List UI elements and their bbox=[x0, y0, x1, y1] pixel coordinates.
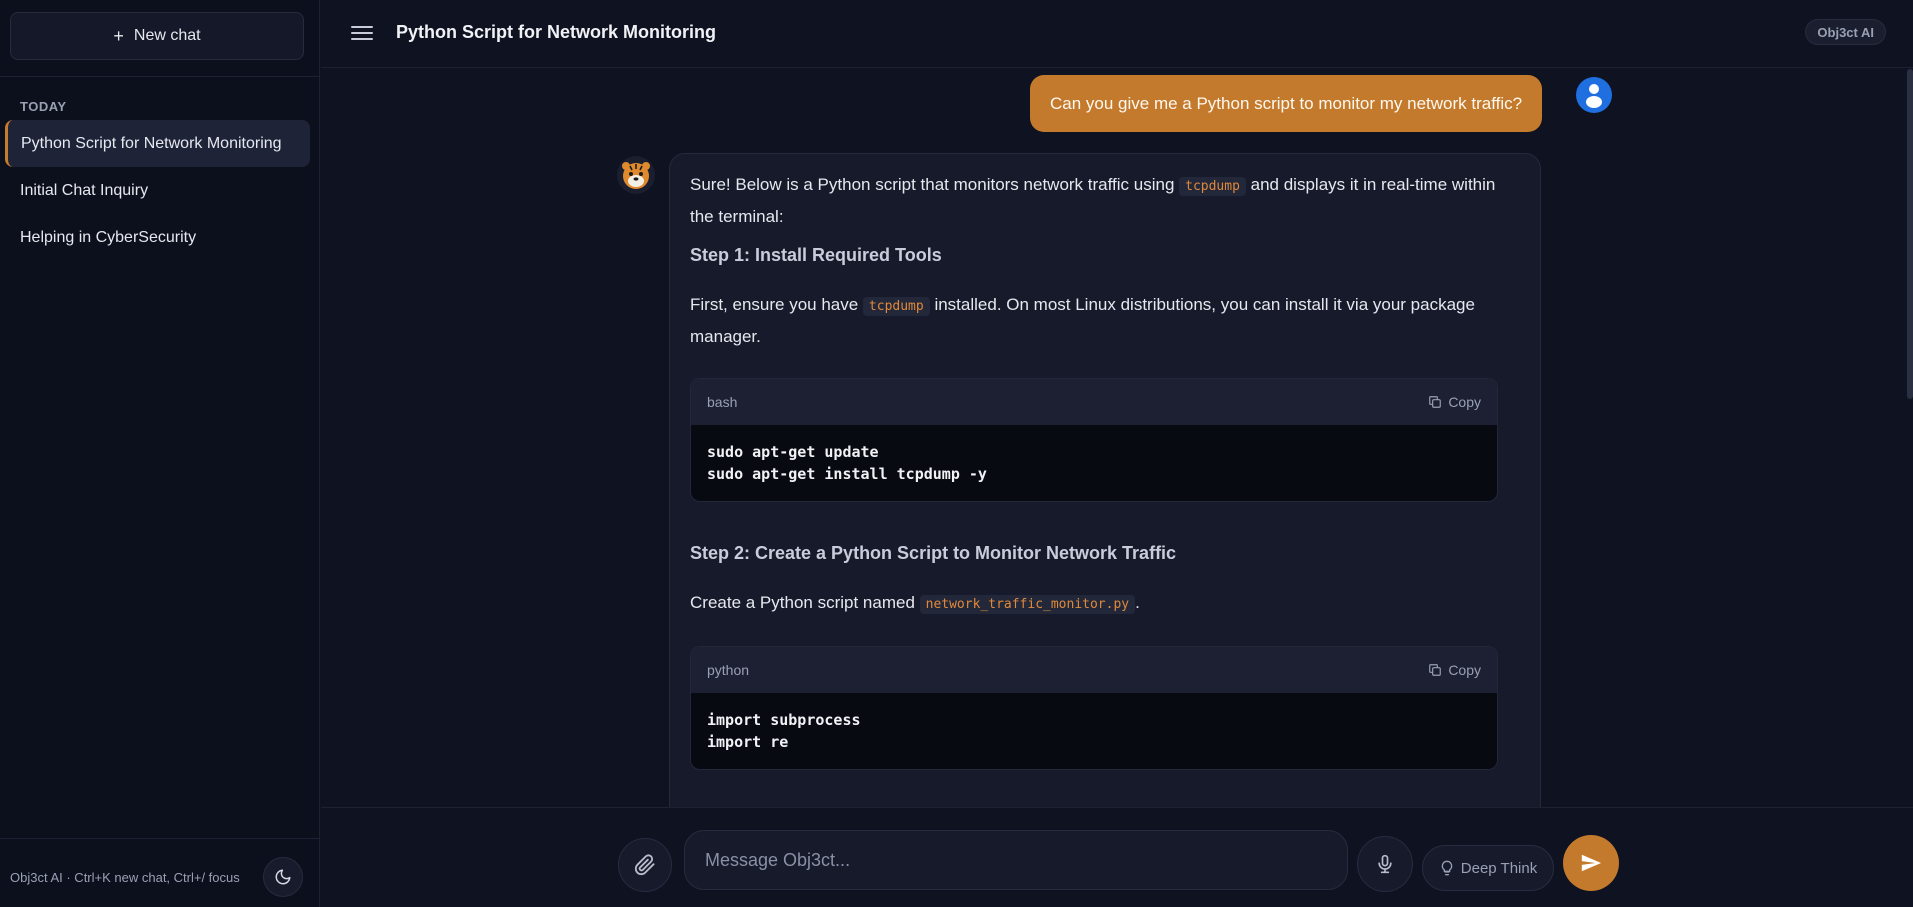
copy-label: Copy bbox=[1448, 394, 1481, 410]
menu-icon[interactable] bbox=[351, 22, 373, 44]
copy-button[interactable]: Copy bbox=[1428, 655, 1481, 685]
inline-code: tcpdump bbox=[862, 297, 930, 316]
deep-think-label: Deep Think bbox=[1460, 859, 1538, 877]
step2-heading: Step 2: Create a Python Script to Monito… bbox=[690, 543, 1177, 563]
page-title: Python Script for Network Monitoring bbox=[396, 22, 716, 42]
user-icon bbox=[1586, 84, 1602, 108]
code-language-label: python bbox=[707, 662, 750, 678]
user-message: Can you give me a Python script to monit… bbox=[1030, 75, 1543, 132]
inline-code: network_traffic_monitor.py bbox=[919, 595, 1136, 614]
history-item-initial-chat[interactable]: Initial Chat Inquiry bbox=[5, 167, 310, 214]
code-block-content[interactable]: sudo apt-get update sudo apt-get install… bbox=[691, 425, 1497, 501]
new-chat-button[interactable]: + New chat bbox=[10, 12, 304, 60]
sidebar: + New chat TODAY Python Script for Netwo… bbox=[0, 0, 320, 907]
chat-history-list: Python Script for Network Monitoring Ini… bbox=[5, 120, 310, 261]
brand-badge: Obj3ct AI bbox=[1805, 19, 1886, 45]
tiger-icon bbox=[622, 162, 650, 189]
send-button[interactable] bbox=[1563, 835, 1619, 891]
user-message-text: Can you give me a Python script to monit… bbox=[1050, 93, 1523, 113]
user-avatar bbox=[1576, 77, 1612, 113]
history-item-label: Helping in CyberSecurity bbox=[20, 228, 197, 246]
step2-paragraph: Create a Python script named network_tra… bbox=[690, 593, 1140, 614]
intro-paragraph: Sure! Below is a Python script that moni… bbox=[690, 175, 1496, 226]
assistant-avatar bbox=[617, 156, 655, 194]
sidebar-divider bbox=[0, 76, 320, 77]
chat-thread[interactable]: Can you give me a Python script to monit… bbox=[321, 69, 1913, 807]
microphone-button[interactable] bbox=[1357, 836, 1413, 892]
code-block-header: bash Copy bbox=[691, 379, 1497, 425]
copy-icon bbox=[1429, 396, 1442, 408]
history-section-label: TODAY bbox=[20, 99, 67, 114]
new-chat-label: New chat bbox=[133, 27, 201, 44]
top-bar: Python Script for Network Monitoring Obj… bbox=[321, 0, 1913, 68]
lightbulb-icon bbox=[1441, 860, 1453, 876]
shortcut-hint: Obj3ct AI · Ctrl+K new chat, Ctrl+/ focu… bbox=[10, 870, 240, 885]
code-block-python: python Copy import subprocess import re bbox=[690, 646, 1498, 770]
code-block-content[interactable]: import subprocess import re bbox=[691, 693, 1497, 769]
message-input[interactable] bbox=[684, 830, 1348, 890]
send-icon bbox=[1581, 854, 1602, 872]
step1-heading: Step 1: Install Required Tools bbox=[690, 245, 942, 265]
assistant-message: Sure! Below is a Python script that moni… bbox=[669, 153, 1541, 807]
inline-code: tcpdump bbox=[1179, 177, 1246, 196]
moon-icon bbox=[275, 869, 291, 885]
deep-think-button[interactable]: Deep Think bbox=[1422, 845, 1554, 891]
step1-paragraph: First, ensure you have tcpdump installed… bbox=[690, 295, 1475, 346]
theme-toggle-button[interactable] bbox=[263, 857, 303, 897]
attach-button[interactable] bbox=[618, 838, 672, 892]
history-item-cybersecurity[interactable]: Helping in CyberSecurity bbox=[5, 214, 310, 261]
message-composer: Deep Think bbox=[321, 807, 1913, 907]
plus-icon: + bbox=[113, 26, 124, 46]
copy-icon bbox=[1429, 664, 1442, 676]
copy-label: Copy bbox=[1448, 662, 1481, 678]
microphone-icon bbox=[1378, 854, 1392, 874]
history-item-label: Initial Chat Inquiry bbox=[20, 181, 149, 199]
code-block-header: python Copy bbox=[691, 647, 1497, 693]
paperclip-icon bbox=[634, 854, 655, 876]
scrollbar-thumb[interactable] bbox=[1907, 69, 1913, 399]
copy-button[interactable]: Copy bbox=[1428, 387, 1481, 417]
history-item-label: Python Script for Network Monitoring bbox=[21, 134, 282, 152]
code-block-bash: bash Copy sudo apt-get update sudo apt-g… bbox=[690, 378, 1498, 502]
history-item-python-script[interactable]: Python Script for Network Monitoring bbox=[5, 120, 310, 167]
code-language-label: bash bbox=[707, 394, 738, 410]
sidebar-footer: Obj3ct AI · Ctrl+K new chat, Ctrl+/ focu… bbox=[0, 838, 320, 907]
